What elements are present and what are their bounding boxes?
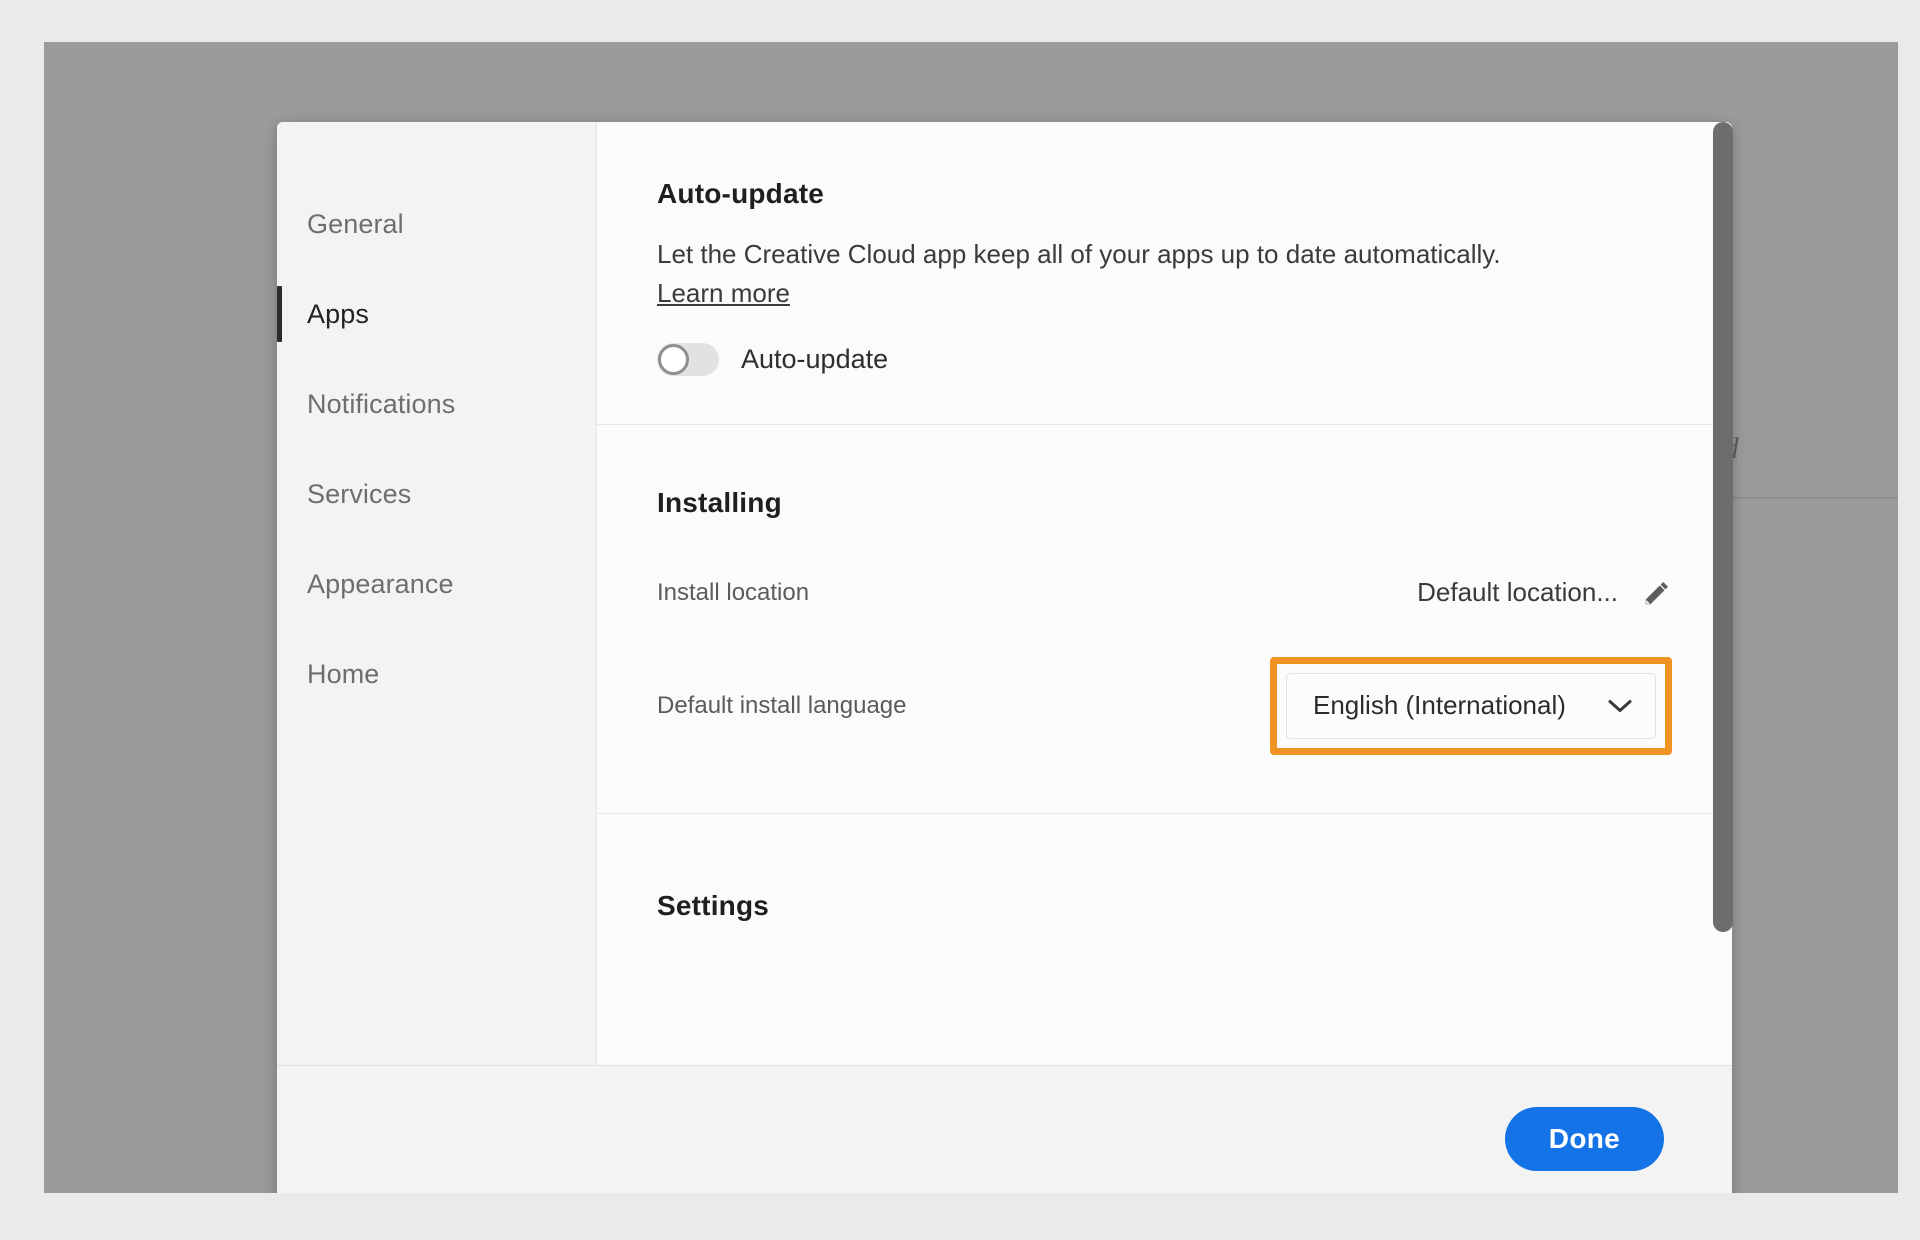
default-language-label: Default install language [657,691,907,719]
pencil-icon[interactable] [1642,578,1672,608]
highlight-annotation: English (International) [1270,656,1672,755]
preferences-dialog: General Apps Notifications Services Appe… [277,122,1732,1193]
dialog-footer: Done [277,1065,1732,1193]
sidebar-item-home[interactable]: Home [277,640,596,708]
install-location-value-wrap: Default location... [1417,577,1672,608]
settings-heading: Settings [657,889,770,921]
default-language-row: Default install language English (Intern… [657,656,1672,755]
done-button[interactable]: Done [1504,1107,1664,1171]
scrollbar-thumb[interactable] [1713,122,1733,932]
sidebar-item-label: Home [307,658,380,689]
default-language-dropdown[interactable]: English (International) [1286,672,1656,739]
auto-update-toggle-label: Auto-update [741,343,889,374]
sidebar-item-label: Apps [307,298,369,329]
chevron-down-icon [1607,698,1633,714]
sidebar-item-label: General [307,208,404,239]
toggle-knob [658,343,689,375]
sidebar-item-label: Appearance [307,568,454,599]
sidebar-item-apps[interactable]: Apps [277,280,596,348]
sidebar-item-services[interactable]: Services [277,460,596,528]
modal-backdrop: word General Apps Notifications [44,42,1898,1193]
auto-update-heading: Auto-update [657,178,825,209]
screen: word General Apps Notifications [0,0,1920,1240]
auto-update-toggle-row: Auto-update [657,342,1672,376]
install-location-row: Install location Default location... [657,571,1672,615]
sidebar-item-label: Services [307,478,412,509]
dialog-body: General Apps Notifications Services Appe… [277,122,1732,1065]
installing-section: Installing Install location Default loca… [597,425,1732,814]
default-language-value: English (International) [1313,690,1566,721]
learn-more-link[interactable]: Learn more [657,278,790,309]
preferences-sidebar: General Apps Notifications Services Appe… [277,122,597,1065]
preferences-content: Auto-update Let the Creative Cloud app k… [597,122,1732,1065]
auto-update-section: Auto-update Let the Creative Cloud app k… [597,122,1732,425]
sidebar-item-appearance[interactable]: Appearance [277,550,596,618]
sidebar-item-general[interactable]: General [277,190,596,258]
sidebar-item-notifications[interactable]: Notifications [277,370,596,438]
installing-heading: Installing [657,486,782,518]
dialog-scrollbar[interactable] [1713,122,1733,1193]
settings-section: Settings [597,814,1732,932]
install-location-value: Default location... [1417,577,1618,608]
auto-update-toggle[interactable] [657,342,719,376]
auto-update-description: Let the Creative Cloud app keep all of y… [657,239,1501,269]
sidebar-item-label: Notifications [307,388,456,419]
install-location-label: Install location [657,578,810,606]
selection-indicator [277,286,282,342]
